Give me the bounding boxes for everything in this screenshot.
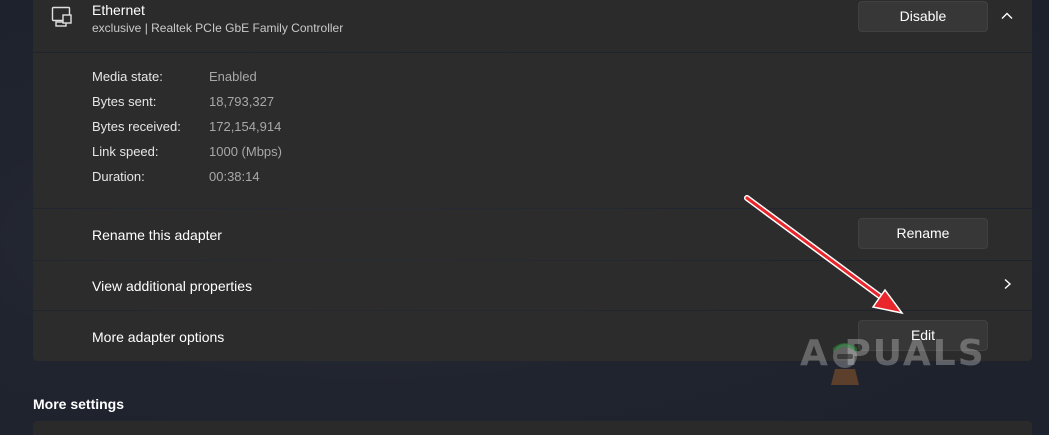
view-additional-properties-label: View additional properties bbox=[92, 278, 253, 294]
more-settings-heading: More settings bbox=[33, 396, 125, 412]
view-additional-properties-row[interactable]: View additional properties bbox=[33, 261, 1032, 310]
detail-value-media-state: Enabled bbox=[209, 69, 257, 84]
detail-value-bytes-sent: 18,793,327 bbox=[209, 94, 275, 109]
rename-adapter-row: Rename this adapter Rename bbox=[33, 209, 1032, 260]
appuals-mascot-logo bbox=[831, 343, 859, 385]
ethernet-adapter-icon bbox=[51, 6, 72, 27]
detail-label-bytes-sent: Bytes sent: bbox=[92, 94, 157, 109]
detail-value-bytes-received: 172,154,914 bbox=[209, 119, 282, 134]
disable-button[interactable]: Disable bbox=[858, 1, 988, 32]
detail-label-media-state: Media state: bbox=[92, 69, 163, 84]
adapter-description: exclusive | Realtek PCIe GbE Family Cont… bbox=[92, 21, 344, 35]
adapter-details: Media state: Enabled Bytes sent: 18,793,… bbox=[33, 53, 1032, 208]
rename-adapter-label: Rename this adapter bbox=[92, 227, 222, 243]
rename-button[interactable]: Rename bbox=[858, 218, 988, 249]
detail-value-duration: 00:38:14 bbox=[209, 169, 260, 184]
adapter-header[interactable]: Ethernet exclusive | Realtek PCIe GbE Fa… bbox=[33, 0, 1032, 52]
more-adapter-options-label: More adapter options bbox=[92, 329, 225, 345]
chevron-right-icon bbox=[1004, 278, 1012, 290]
chevron-up-icon[interactable] bbox=[999, 8, 1015, 24]
adapter-name: Ethernet bbox=[92, 2, 145, 18]
detail-label-link-speed: Link speed: bbox=[92, 144, 159, 159]
detail-value-link-speed: 1000 (Mbps) bbox=[209, 144, 282, 159]
detail-label-duration: Duration: bbox=[92, 169, 145, 184]
detail-label-bytes-received: Bytes received: bbox=[92, 119, 181, 134]
